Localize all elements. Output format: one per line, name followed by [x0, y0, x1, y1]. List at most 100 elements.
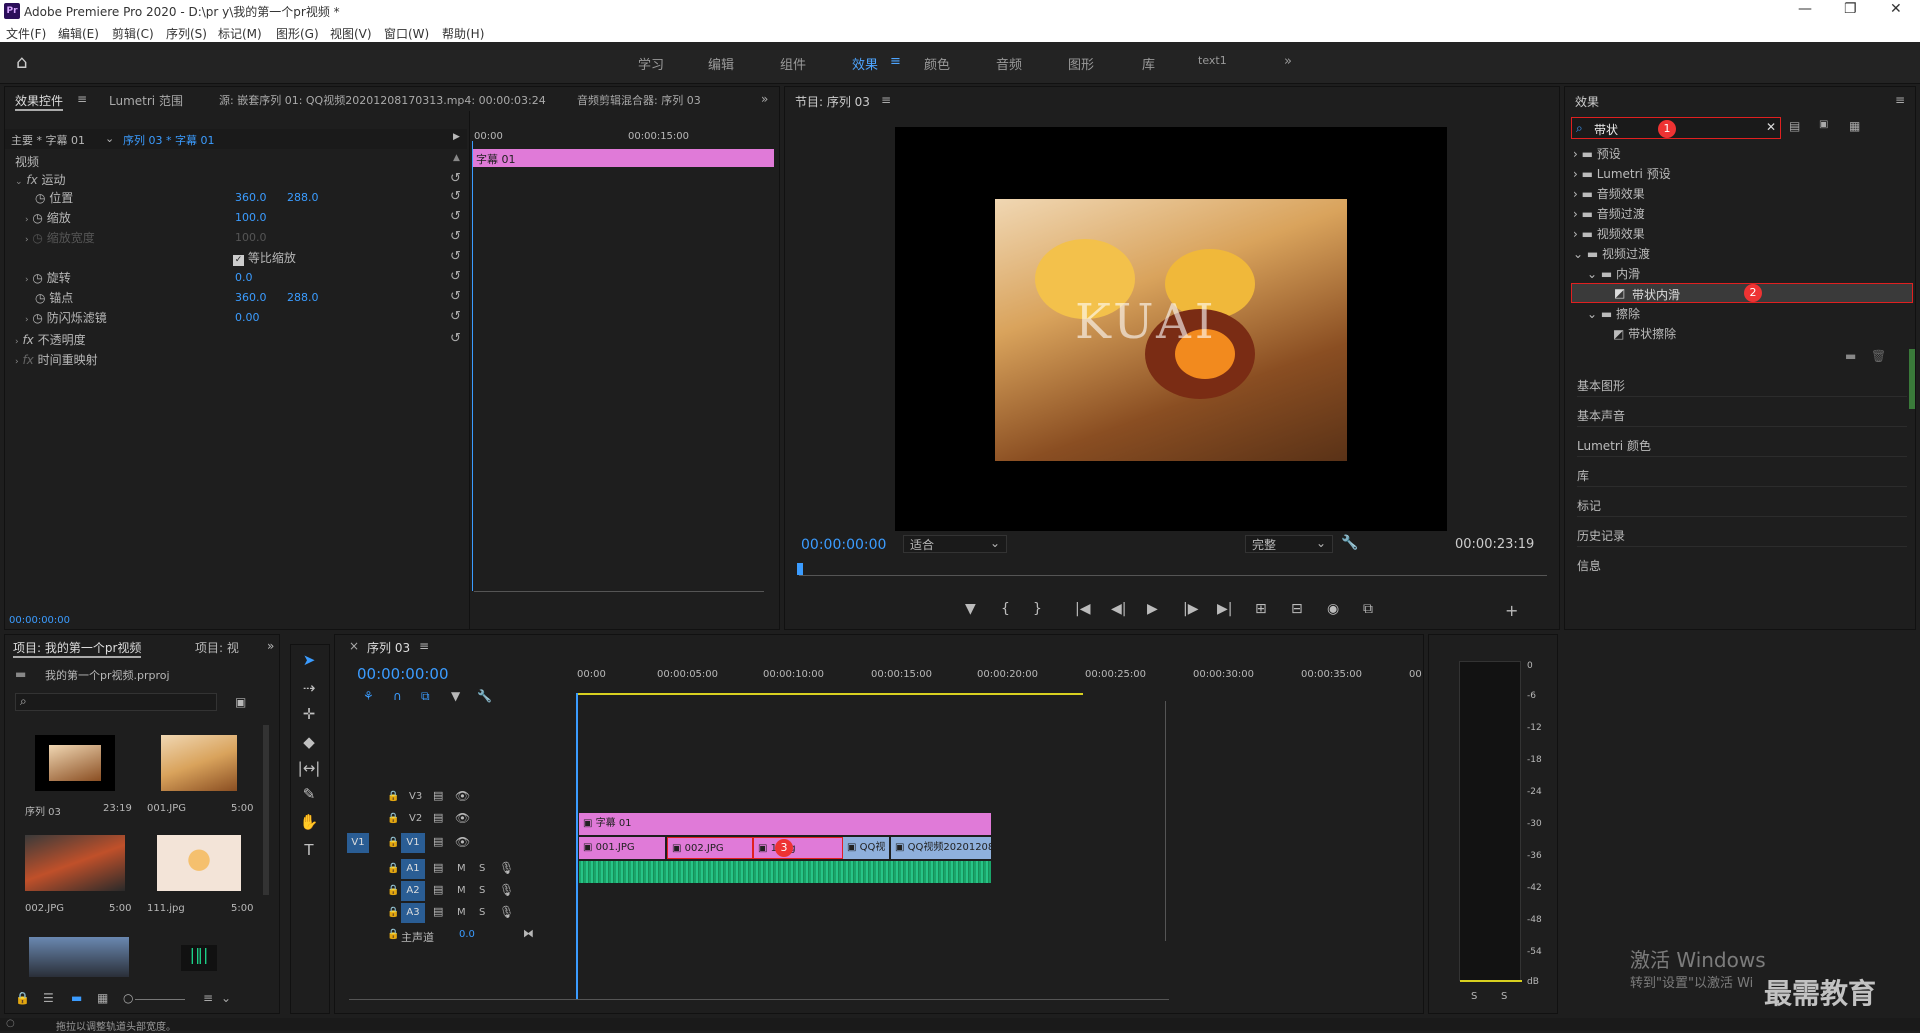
ec-playhead[interactable] — [472, 141, 473, 591]
work-area-bar[interactable] — [577, 693, 1083, 695]
lift-icon[interactable]: ⊞ — [1255, 601, 1267, 617]
mic-icon[interactable]: 🎙 — [499, 861, 514, 875]
ec-clip-bar[interactable]: 字幕 01 — [472, 149, 774, 167]
section-markers[interactable]: 标记 — [1577, 489, 1907, 517]
tab-menu-icon[interactable]: ≡ — [77, 92, 87, 106]
timeline-timecode[interactable]: 00:00:00:00 — [357, 665, 449, 683]
panel-more-icon[interactable]: » — [267, 639, 274, 653]
chevron-down-icon[interactable]: ⌄ — [105, 132, 114, 145]
timeline-vscroll[interactable] — [1165, 701, 1166, 941]
effects-tree-item-audio-transitions[interactable]: › ▬ 音频过渡 — [1573, 205, 1645, 223]
thumb-video[interactable] — [29, 937, 129, 977]
effects-tree-item-slide[interactable]: ⌄ ▬ 内滑 — [1587, 265, 1640, 283]
tab-source[interactable]: 源: 嵌套序列 01: QQ视频20201208170313.mp4: 00:0… — [219, 92, 546, 108]
rotation-value[interactable]: 0.0 — [235, 271, 253, 284]
clip-qq-long[interactable]: ▣ QQ视频202012081703 — [891, 837, 991, 859]
effects-tree-item-video-effects[interactable]: › ▬ 视频效果 — [1573, 225, 1645, 243]
sequence-menu-icon[interactable]: ≡ — [419, 639, 429, 653]
lock-icon[interactable]: 🔒 — [387, 837, 399, 848]
effects-menu-icon[interactable]: ≡ — [1895, 93, 1905, 107]
menu-edit[interactable]: 编辑(E) — [58, 25, 99, 42]
ws-audio[interactable]: 音频 — [996, 54, 1022, 73]
snap-icon[interactable]: ∩ — [393, 689, 402, 703]
effects-tree-item-presets[interactable]: › ▬ 预设 — [1573, 145, 1621, 163]
panel-more-icon[interactable]: » — [761, 92, 768, 106]
clear-search-icon[interactable]: ✕ — [1766, 120, 1776, 134]
opacity-row[interactable]: › fx 不透明度 — [15, 331, 86, 351]
reset-icon[interactable]: ↺ — [450, 331, 461, 346]
track-label-a3[interactable]: A3 — [401, 903, 425, 923]
reset-icon[interactable]: ↺ — [450, 189, 461, 204]
sync-lock-icon[interactable]: ▤ — [433, 905, 443, 918]
reset-icon[interactable]: ↺ — [450, 289, 461, 304]
add-marker-icon[interactable]: ▼ — [451, 689, 460, 703]
master-clip-label[interactable]: 主要 * 字幕 01 — [11, 132, 85, 148]
restore-button[interactable]: ❐ — [1844, 1, 1857, 17]
reset-icon[interactable]: ↺ — [450, 249, 461, 264]
sort-icon[interactable]: ≡ — [203, 991, 213, 1005]
tab-effect-controls[interactable]: 效果控件 — [15, 92, 64, 111]
ws-assembly[interactable]: 组件 — [780, 54, 806, 73]
sequence-tab[interactable]: 序列 03 — [367, 639, 410, 656]
track-label-a2[interactable]: A2 — [401, 881, 425, 901]
tab-audio-mixer[interactable]: 音频剪辑混合器: 序列 03 — [577, 92, 701, 108]
track-label-v3[interactable]: V3 — [409, 791, 422, 802]
source-patch-v1[interactable]: V1 — [347, 833, 369, 853]
clip-title-01[interactable]: ▣ 字幕 01 — [579, 813, 991, 835]
mute-icon[interactable]: M — [457, 907, 466, 918]
reset-icon[interactable]: ↺ — [450, 269, 461, 284]
yuv-effects-icon[interactable]: ▦ — [1849, 119, 1860, 133]
ws-edit[interactable]: 编辑 — [708, 54, 734, 73]
effects-tree-item-audio-effects[interactable]: › ▬ 音频效果 — [1573, 185, 1645, 203]
menu-clip[interactable]: 剪辑(C) — [112, 25, 154, 42]
lock-icon[interactable]: 🔒 — [387, 813, 399, 824]
timeline-ruler[interactable]: 00:00 00:00:05:00 00:00:10:00 00:00:15:0… — [577, 669, 1422, 699]
section-essential-graphics[interactable]: 基本图形 — [1577, 369, 1907, 397]
section-essential-sound[interactable]: 基本声音 — [1577, 399, 1907, 427]
zoom-slider-handle[interactable]: ○ — [123, 991, 133, 1005]
lock-icon[interactable]: 🔒 — [387, 863, 399, 874]
timeline-hscroll[interactable] — [349, 999, 1169, 1000]
settings-wrench-icon[interactable]: 🔧 — [477, 689, 492, 703]
step-back-icon[interactable]: ◀| — [1111, 601, 1126, 617]
program-playhead[interactable] — [797, 563, 803, 575]
delete-icon[interactable]: 🗑 — [1871, 349, 1886, 363]
find-icon[interactable]: ▣ — [235, 695, 246, 709]
motion-row[interactable]: ⌄ fx 运动 — [15, 171, 66, 191]
home-icon[interactable]: ⌂ — [16, 52, 27, 73]
reset-icon[interactable]: ↺ — [450, 229, 461, 244]
section-info[interactable]: 信息 — [1577, 549, 1907, 577]
close-button[interactable]: ✕ — [1890, 1, 1902, 17]
time-remap-row[interactable]: › fx 时间重映射 — [15, 351, 98, 371]
thumb-111[interactable] — [157, 835, 241, 891]
position-y[interactable]: 288.0 — [287, 191, 319, 204]
slip-tool-icon[interactable]: |↔| — [297, 759, 321, 777]
play-icon[interactable]: ▶ — [1147, 601, 1158, 617]
step-forward-icon[interactable]: |▶ — [1183, 601, 1198, 617]
mic-icon[interactable]: 🎙 — [499, 883, 514, 897]
tab-project-2[interactable]: 项目: 视 — [195, 639, 239, 656]
section-lumetri-color[interactable]: Lumetri 颜色 — [1577, 429, 1907, 457]
mark-in-icon[interactable]: { — [1001, 601, 1010, 617]
mic-icon[interactable]: 🎙 — [499, 905, 514, 919]
anchor-y[interactable]: 288.0 — [287, 291, 319, 304]
scroll-up-icon[interactable]: ▲ — [453, 153, 460, 163]
menu-view[interactable]: 视图(V) — [330, 25, 372, 42]
mark-out-icon[interactable]: } — [1033, 601, 1042, 617]
solo-left-button[interactable]: S — [1471, 991, 1477, 1002]
go-to-out-icon[interactable]: ▶| — [1217, 601, 1232, 617]
track-label-v2[interactable]: V2 — [409, 813, 422, 824]
effects-tree-item-video-transitions[interactable]: ⌄ ▬ 视频过渡 — [1573, 245, 1650, 263]
ws-graphics[interactable]: 图形 — [1068, 54, 1094, 73]
mute-icon[interactable]: M — [457, 885, 466, 896]
menu-marker[interactable]: 标记(M) — [218, 25, 262, 42]
comparison-view-icon[interactable]: ⧉ — [1363, 601, 1373, 617]
position-x[interactable]: 360.0 — [235, 191, 267, 204]
pen-tool-icon[interactable]: ✎ — [297, 785, 321, 803]
new-bin-icon[interactable]: ▬ — [1845, 349, 1856, 363]
chevron-down-icon[interactable]: ⌄ — [221, 991, 231, 1005]
effects-tree-item-band-wipe[interactable]: ◩ 带状擦除 — [1613, 325, 1676, 343]
eye-icon[interactable]: 👁 — [455, 835, 470, 849]
solo-icon[interactable]: S — [479, 863, 485, 874]
reset-icon[interactable]: ↺ — [450, 309, 461, 324]
